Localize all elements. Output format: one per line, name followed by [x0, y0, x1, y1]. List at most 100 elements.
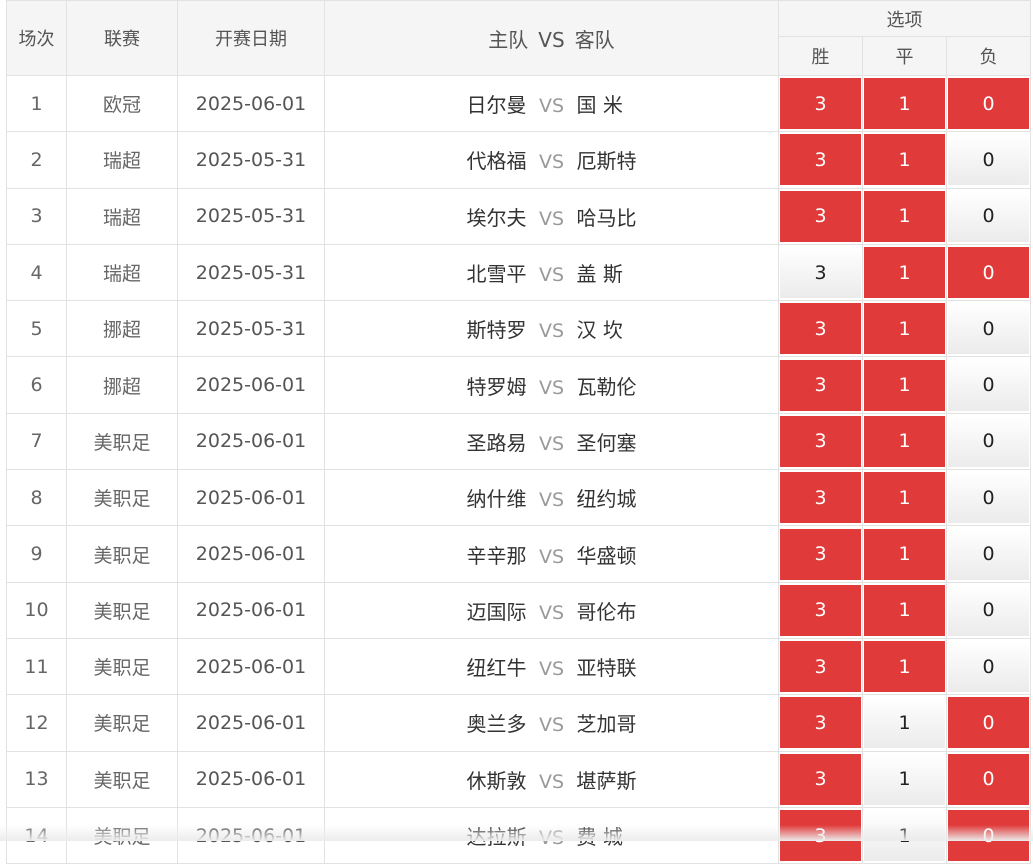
- vs-label: VS: [538, 601, 565, 624]
- match-teams: 奥兰多 VS 芝加哥: [324, 694, 779, 752]
- option-win-cell: 3: [778, 187, 863, 245]
- match-date: 2025-05-31: [177, 300, 325, 358]
- table-row: 6 挪超 2025-06-01 特罗姆 VS 瓦勒伦 3 1 0: [6, 356, 1032, 414]
- option-lose-cell: 0: [945, 356, 1032, 414]
- option-win-button[interactable]: 3: [780, 641, 861, 693]
- option-lose-button[interactable]: 0: [948, 78, 1030, 130]
- match-date: 2025-06-01: [177, 356, 325, 414]
- table-header: 场次 联赛 开赛日期 主队 VS 客队 选项 胜 平 负: [6, 0, 1032, 76]
- header-match: 主队 VS 客队: [324, 0, 779, 76]
- option-draw-button[interactable]: 1: [864, 472, 945, 524]
- option-lose-button[interactable]: 0: [948, 472, 1030, 524]
- round-number: 13: [6, 750, 67, 808]
- option-lose-button[interactable]: 0: [948, 247, 1030, 299]
- option-draw-button[interactable]: 1: [864, 303, 945, 355]
- option-lose-cell: 0: [945, 412, 1032, 471]
- home-team: 斯特罗: [466, 318, 527, 343]
- match-teams: 埃尔夫 VS 哈马比: [324, 187, 779, 245]
- option-draw-cell: 1: [862, 469, 947, 527]
- vs-label: VS: [538, 432, 565, 455]
- match-teams: 北雪平 VS 盖 斯: [324, 243, 779, 302]
- match-date: 2025-06-01: [177, 750, 325, 808]
- option-draw-button[interactable]: 1: [864, 247, 945, 299]
- away-team: 亚特联: [576, 656, 637, 681]
- away-team: 国 米: [576, 93, 623, 118]
- match-teams: 特罗姆 VS 瓦勒伦: [324, 356, 779, 414]
- option-lose-button[interactable]: 0: [948, 641, 1030, 693]
- table-body: 1 欧冠 2025-06-01 日尔曼 VS 国 米 3 1 0 2 瑞超 2025-05-31 代格福…: [6, 74, 1032, 864]
- option-win-button[interactable]: 3: [780, 359, 861, 411]
- round-number: 3: [6, 187, 67, 245]
- option-win-button[interactable]: 3: [780, 753, 861, 805]
- league-name: 欧冠: [66, 74, 178, 133]
- option-win-button[interactable]: 3: [780, 584, 861, 636]
- home-team: 奥兰多: [466, 712, 527, 737]
- home-team: 埃尔夫: [466, 205, 527, 230]
- option-lose-cell: 0: [945, 74, 1032, 133]
- league-name: 美职足: [66, 412, 178, 471]
- table-row: 1 欧冠 2025-06-01 日尔曼 VS 国 米310: [6, 74, 1032, 133]
- round-number: 9: [6, 525, 67, 583]
- betting-selection-page: 场次 联赛 开赛日期 主队 VS 客队 选项 胜 平 负 1 欧冠 2025-06-01…: [0, 0, 1033, 864]
- option-lose-button[interactable]: 0: [948, 303, 1030, 355]
- option-lose-cell: 0: [945, 300, 1032, 358]
- option-draw-button[interactable]: 1: [864, 190, 945, 242]
- option-draw-button[interactable]: 1: [864, 753, 945, 805]
- option-lose-cell: 0: [945, 750, 1032, 808]
- match-date: 2025-06-01: [177, 525, 325, 583]
- option-win-button[interactable]: 3: [780, 303, 861, 355]
- league-name: 美职足: [66, 525, 178, 583]
- header-round: 场次: [6, 0, 67, 76]
- round-number: 7: [6, 412, 67, 471]
- option-win-button[interactable]: 3: [780, 134, 861, 186]
- option-win-button[interactable]: 3: [780, 528, 861, 580]
- option-draw-button[interactable]: 1: [864, 584, 945, 636]
- match-date: 2025-06-01: [177, 412, 325, 471]
- option-draw-cell: 1: [862, 525, 947, 583]
- option-lose-button[interactable]: 0: [948, 528, 1030, 580]
- away-team: 哈马比: [576, 205, 637, 230]
- league-name: 瑞超: [66, 131, 178, 189]
- home-team: 休斯敦: [466, 768, 527, 793]
- away-team: 厄斯特: [576, 149, 637, 174]
- header-away: 客队: [574, 27, 615, 52]
- option-lose-button[interactable]: 0: [948, 697, 1030, 749]
- option-lose-button[interactable]: 0: [948, 134, 1030, 186]
- league-name: 美职足: [66, 637, 178, 696]
- option-win-button[interactable]: 3: [780, 472, 861, 524]
- option-win-button[interactable]: 3: [780, 78, 861, 130]
- match-teams: 斯特罗 VS 汉 坎: [324, 300, 779, 358]
- option-win-button[interactable]: 3: [780, 415, 861, 467]
- option-draw-cell: 1: [862, 412, 947, 471]
- match-date: 2025-06-01: [177, 637, 325, 696]
- option-lose-button[interactable]: 0: [948, 584, 1030, 636]
- option-draw-button[interactable]: 1: [864, 359, 945, 411]
- option-lose-cell: 0: [945, 243, 1032, 302]
- option-draw-cell: 1: [862, 74, 947, 133]
- option-lose-button[interactable]: 0: [948, 359, 1030, 411]
- option-lose-button[interactable]: 0: [948, 415, 1030, 467]
- header-win: 胜: [778, 36, 863, 76]
- round-number: 11: [6, 637, 67, 696]
- option-draw-button[interactable]: 1: [864, 415, 945, 467]
- option-win-button[interactable]: 3: [780, 190, 861, 242]
- option-draw-button[interactable]: 1: [864, 528, 945, 580]
- header-date: 开赛日期: [177, 0, 325, 76]
- table-row: 4 瑞超 2025-05-31 北雪平 VS 盖 斯 310: [6, 243, 1032, 302]
- option-win-button[interactable]: 3: [780, 247, 861, 299]
- league-name: 美职足: [66, 581, 178, 639]
- match-date: 2025-05-31: [177, 131, 325, 189]
- header-lose: 负: [945, 36, 1032, 76]
- league-name: 瑞超: [66, 243, 178, 302]
- option-draw-button[interactable]: 1: [864, 134, 945, 186]
- option-lose-button[interactable]: 0: [948, 753, 1030, 805]
- option-draw-button[interactable]: 1: [864, 641, 945, 693]
- option-draw-button[interactable]: 1: [864, 78, 945, 130]
- match-teams: 日尔曼 VS 国 米: [324, 74, 779, 133]
- round-number: 1: [6, 74, 67, 133]
- vs-label: VS: [538, 320, 565, 343]
- option-win-button[interactable]: 3: [780, 697, 861, 749]
- match-teams: 休斯敦 VS 堪萨斯: [324, 750, 779, 808]
- option-draw-button[interactable]: 1: [864, 697, 945, 749]
- option-lose-button[interactable]: 0: [948, 190, 1030, 242]
